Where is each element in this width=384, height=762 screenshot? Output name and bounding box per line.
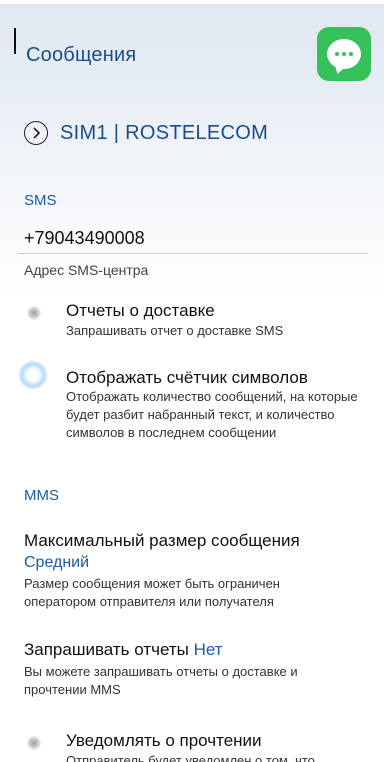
request-reports-title: Запрашивать отчеты	[24, 640, 189, 659]
delivery-reports-title[interactable]: Отчеты о доставке	[66, 301, 215, 321]
request-reports-value[interactable]: Нет	[194, 640, 223, 659]
read-notify-title[interactable]: Уведомлять о прочтении	[66, 731, 262, 751]
delivery-reports-toggle[interactable]	[27, 306, 41, 320]
sms-center-value[interactable]: +79043490008	[24, 228, 145, 249]
chevron-right-circle-icon	[24, 121, 48, 145]
sim-label: SIM1 | ROSTELECOM	[60, 121, 269, 144]
char-counter-title[interactable]: Отображать счётчик символов	[66, 368, 308, 388]
delivery-reports-description: Запрашивать отчет о доставке SMS	[66, 323, 284, 338]
char-counter-toggle[interactable]	[19, 361, 47, 389]
page-title: Сообщения	[26, 44, 137, 66]
messages-app-icon[interactable]	[317, 27, 371, 81]
sms-center-label: Адрес SMS-центра	[24, 262, 149, 278]
read-notify-description: Отправитель будет уведомлен о том, что	[66, 753, 315, 762]
request-reports-description: Вы можете запрашивать отчеты о доставке …	[24, 664, 298, 697]
max-size-description: Размер сообщения может быть ограничен оп…	[24, 576, 280, 609]
read-notify-toggle[interactable]	[27, 736, 41, 750]
section-header-mms: MMS	[24, 487, 59, 504]
text-cursor	[14, 28, 16, 54]
section-header-sms: SMS	[24, 192, 57, 209]
divider	[18, 253, 368, 254]
max-size-title[interactable]: Максимальный размер сообщения	[24, 531, 300, 551]
messages-settings-screen: Сообщения SIM1 | ROSTELECOM SMS +7904349…	[0, 0, 384, 762]
char-counter-description: Отображать количество сообщений, на кото…	[66, 389, 358, 440]
top-border	[0, 0, 384, 4]
chat-bubble-icon	[327, 39, 361, 69]
sim-selector[interactable]: SIM1 | ROSTELECOM	[24, 118, 268, 148]
max-size-value[interactable]: Средний	[24, 554, 89, 572]
request-reports-row[interactable]: Запрашивать отчеты Нет	[24, 640, 223, 660]
